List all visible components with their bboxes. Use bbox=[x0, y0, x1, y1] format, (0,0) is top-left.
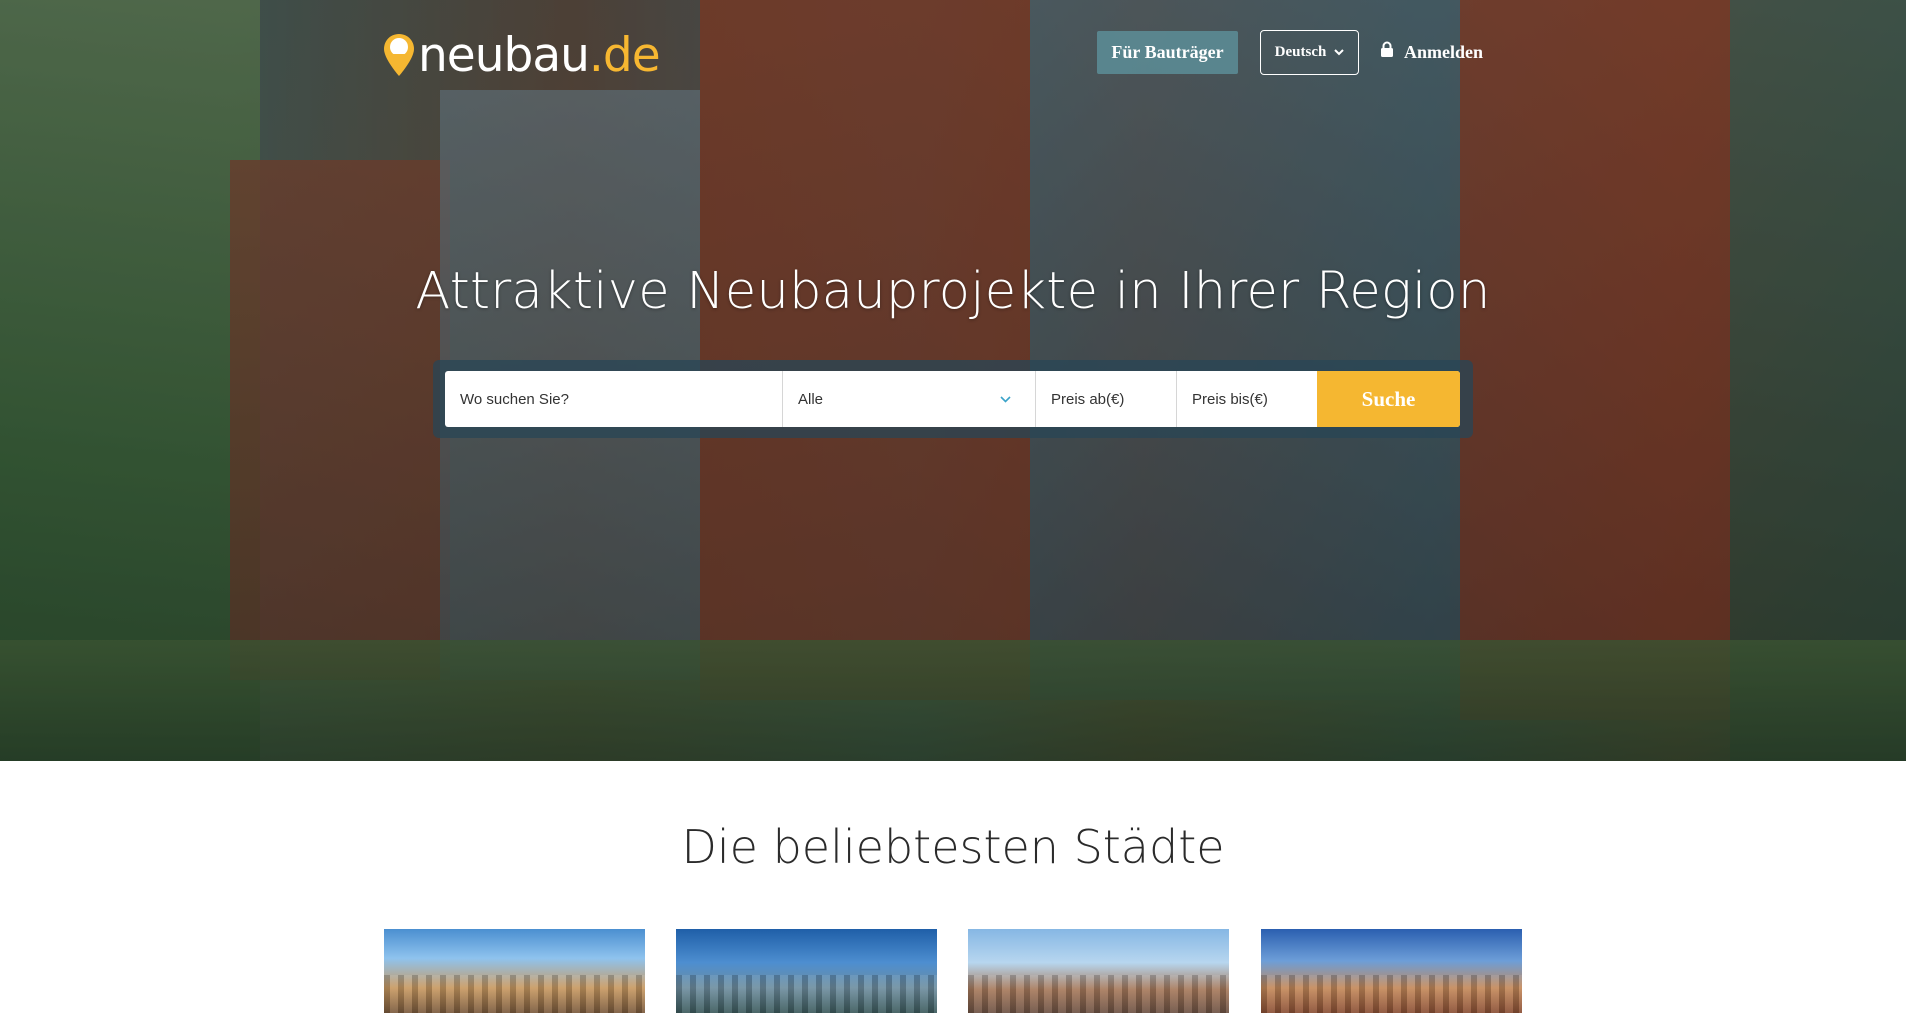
lock-icon bbox=[1380, 41, 1394, 63]
property-type-value: Alle bbox=[798, 390, 824, 408]
location-search-input[interactable]: Wo suchen Sie? bbox=[445, 371, 782, 427]
login-label: Anmelden bbox=[1404, 41, 1484, 62]
hero-headline: Attraktive Neubauprojekte in Ihrer Regio… bbox=[415, 262, 1491, 321]
city-skyline-image bbox=[968, 975, 1229, 1013]
city-skyline-image bbox=[1261, 975, 1522, 1013]
popular-cities-title: Die beliebtesten Städte bbox=[681, 820, 1225, 874]
city-skyline-image bbox=[676, 975, 937, 1013]
city-card[interactable] bbox=[968, 929, 1229, 1013]
chevron-down-icon bbox=[1334, 47, 1345, 59]
price-to-input[interactable]: Preis bis(€) bbox=[1176, 371, 1317, 427]
search-button[interactable]: Suche bbox=[1317, 371, 1460, 427]
city-card[interactable] bbox=[384, 929, 645, 1013]
login-link[interactable]: Anmelden bbox=[1380, 40, 1483, 64]
for-developers-button[interactable]: Für Bauträger bbox=[1097, 31, 1238, 74]
property-type-select[interactable]: Alle bbox=[782, 371, 1035, 427]
search-bar: Wo suchen Sie? Alle Preis ab(€) Preis bi… bbox=[445, 371, 1460, 427]
city-card[interactable] bbox=[676, 929, 937, 1013]
site-logo[interactable]: neubau .de bbox=[382, 27, 661, 83]
logo-tld: .de bbox=[588, 27, 661, 83]
logo-wordmark: neubau bbox=[418, 27, 590, 83]
chevron-down-icon bbox=[1000, 392, 1011, 406]
language-select[interactable]: Deutsch bbox=[1260, 30, 1359, 75]
price-from-input[interactable]: Preis ab(€) bbox=[1035, 371, 1176, 427]
hero-banner: neubau .de Für Bauträger Deutsch Anmelden… bbox=[0, 0, 1906, 761]
language-label: Deutsch bbox=[1274, 44, 1327, 60]
city-card[interactable] bbox=[1261, 929, 1522, 1013]
map-pin-logo-icon bbox=[382, 32, 416, 78]
city-skyline-image bbox=[384, 975, 645, 1013]
